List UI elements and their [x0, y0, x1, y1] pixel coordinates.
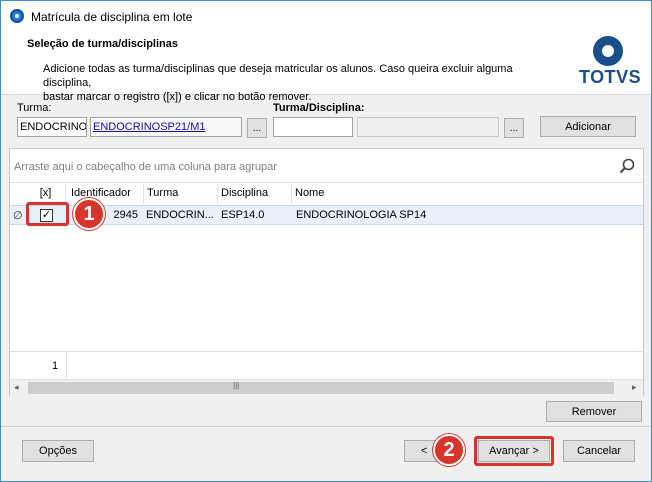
scroll-right-icon[interactable]: ▸ — [632, 382, 637, 393]
callout-highlight-avancar — [474, 436, 554, 466]
column-header-nome[interactable]: Nome — [292, 184, 642, 204]
record-count: 1 — [52, 360, 59, 372]
window-title: Matrícula de disciplina em lote — [31, 10, 193, 24]
step-title: Seleção de turma/disciplinas — [27, 38, 179, 50]
footer-separator — [1, 426, 651, 427]
column-header-select[interactable]: [x] — [26, 184, 66, 204]
turma-code-field[interactable]: ENDOCRINO — [17, 117, 87, 137]
footer-divider — [66, 352, 67, 378]
callout-badge-1: 1 — [73, 198, 105, 230]
group-by-hint: Arraste aqui o cabeçalho de uma coluna p… — [14, 161, 277, 173]
turma-disciplina-browse-button[interactable]: ... — [504, 118, 524, 138]
scrollbar-thumb[interactable]: ||| — [28, 381, 614, 394]
dialog-window: Matrícula de disciplina em lote Seleção … — [0, 0, 652, 482]
opcoes-button[interactable]: Opções — [22, 440, 94, 462]
logo-circle-icon — [593, 36, 623, 66]
turma-disciplina-lookup-field[interactable] — [357, 117, 499, 137]
scroll-grip-icon: ||| — [233, 381, 240, 390]
totvs-logo: TOTVS — [579, 36, 642, 92]
grid-footer: 1 — [10, 351, 643, 378]
horizontal-scrollbar[interactable]: ◂ ||| ▸ — [10, 379, 643, 396]
turma-browse-button[interactable]: ... — [247, 118, 267, 138]
scroll-left-icon[interactable]: ◂ — [14, 382, 19, 393]
callout-highlight-checkbox — [26, 202, 69, 226]
description-line-1: Adicione todas as turma/disciplinas que … — [43, 63, 513, 89]
cancelar-button[interactable]: Cancelar — [563, 440, 635, 462]
cell-disciplina: ESP14.0 — [221, 209, 265, 221]
wizard-header: Seleção de turma/disciplinas Adicione to… — [1, 31, 651, 103]
column-header-disciplina[interactable]: Disciplina — [218, 184, 292, 204]
row-edit-marker: ∅ — [13, 210, 23, 222]
turma-disciplina-label: Turma/Disciplina: — [273, 102, 365, 114]
turma-label: Turma: — [17, 102, 52, 114]
remover-button[interactable]: Remover — [546, 401, 642, 422]
search-icon[interactable] — [619, 158, 635, 174]
adicionar-button[interactable]: Adicionar — [540, 116, 636, 137]
column-header-turma[interactable]: Turma — [144, 184, 218, 204]
turma-disciplina-code-field[interactable] — [273, 117, 353, 137]
step-description: Adicione todas as turma/disciplinas que … — [43, 62, 563, 104]
group-by-panel[interactable]: Arraste aqui o cabeçalho de uma coluna p… — [10, 149, 643, 183]
callout-badge-2: 2 — [433, 434, 465, 466]
logo-text: TOTVS — [579, 67, 642, 87]
turma-lookup-field[interactable]: ENDOCRINOSP21/M1 — [90, 117, 242, 137]
disciplinas-grid: Arraste aqui o cabeçalho de uma coluna p… — [9, 148, 644, 396]
title-bar: Matrícula de disciplina em lote — [1, 1, 651, 31]
cell-nome: ENDOCRINOLOGIA SP14 — [296, 209, 427, 221]
cell-turma: ENDOCRIN... — [146, 209, 214, 221]
app-icon — [10, 9, 24, 23]
